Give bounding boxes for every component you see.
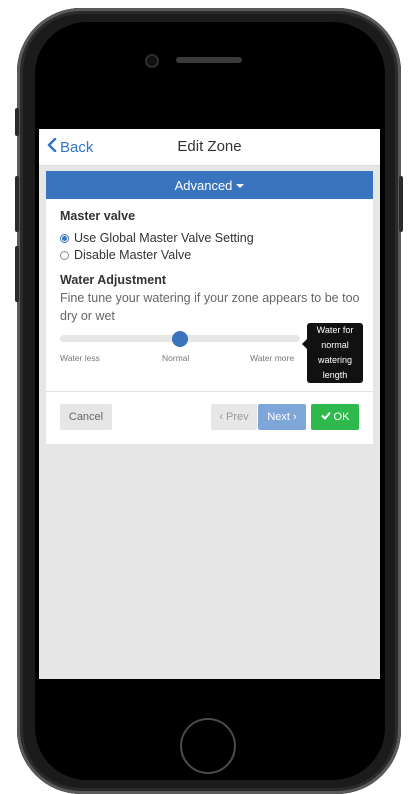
zone-settings-panel: Advanced Master valve Use Global Master … — [46, 171, 373, 444]
tick-label-water-less: Water less — [60, 353, 100, 363]
tooltip-line: Water for — [316, 325, 354, 335]
front-camera — [145, 54, 159, 68]
master-valve-title: Master valve — [60, 209, 136, 223]
volume-down-button — [15, 246, 19, 302]
water-adjustment-title: Water Adjustment — [60, 273, 167, 287]
tooltip-line: normal — [321, 340, 349, 350]
home-button[interactable] — [180, 718, 236, 774]
ok-button[interactable]: OK — [311, 404, 359, 430]
prev-button[interactable]: ‹ Prev — [211, 404, 257, 430]
power-button — [399, 176, 403, 232]
earpiece-speaker — [176, 57, 242, 63]
tick-label-normal: Normal — [162, 353, 190, 363]
slider-tooltip: Water for normal watering length — [302, 323, 363, 383]
radio-button[interactable] — [60, 250, 69, 260]
tick-label-water-more: Water more — [250, 353, 295, 363]
water-adjustment-description: Fine tune your watering if your zone app… — [60, 291, 360, 323]
mute-switch — [15, 108, 19, 136]
radio-button-checked[interactable] — [60, 233, 69, 243]
advanced-label: Advanced — [174, 177, 233, 193]
navbar: Back Edit Zone — [39, 129, 380, 166]
divider — [46, 391, 373, 392]
tooltip-line: length — [322, 370, 348, 380]
page-title: Edit Zone — [177, 138, 242, 155]
radio-use-global-master-valve[interactable]: Use Global Master Valve Setting — [60, 231, 254, 245]
radio-label: Disable Master Valve — [74, 248, 192, 262]
next-button[interactable]: Next › — [258, 404, 306, 430]
caret-down-icon — [236, 184, 245, 188]
advanced-dropdown[interactable]: Advanced — [46, 171, 373, 199]
radio-label: Use Global Master Valve Setting — [74, 231, 254, 245]
volume-up-button — [15, 176, 19, 232]
ok-label: OK — [333, 411, 350, 423]
radio-disable-master-valve[interactable]: Disable Master Valve — [60, 248, 191, 262]
tooltip-line: watering — [317, 355, 353, 365]
check-icon — [320, 411, 331, 423]
cancel-button[interactable]: Cancel — [60, 404, 112, 430]
app-screen: Back Edit Zone Advanced Master valve Use… — [39, 129, 380, 679]
slider-handle[interactable] — [172, 331, 188, 347]
